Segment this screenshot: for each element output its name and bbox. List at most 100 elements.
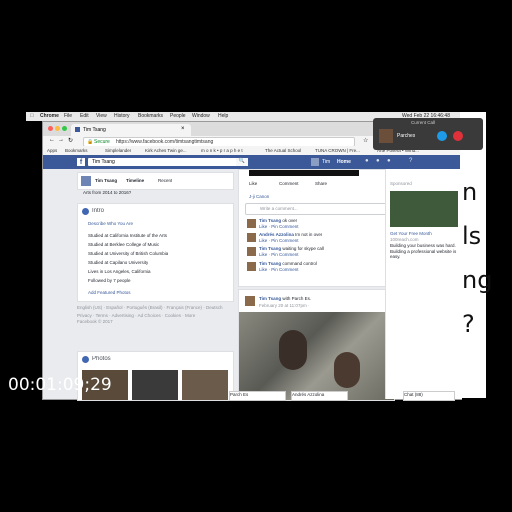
post-card-photo: Tim Tsang with Parch Es. February 20 at … <box>238 289 395 401</box>
comment-avatar[interactable] <box>247 233 256 242</box>
close-tab-icon[interactable]: × <box>181 126 185 132</box>
slide-line: ng <box>462 266 493 294</box>
photo-thumb[interactable] <box>182 370 228 400</box>
copyright-text: Facebook © 2017 <box>77 319 113 324</box>
comment-meta[interactable]: Like · Pin Comment <box>259 267 299 272</box>
user-name-link[interactable]: Tim <box>322 159 330 165</box>
menu-edit[interactable]: Edit <box>80 113 89 119</box>
post-with[interactable]: with Parch Es. <box>282 296 311 301</box>
bookmark-item[interactable]: Bookmarks <box>65 148 88 153</box>
intro-item: Studied at Berklee College of Music <box>88 242 160 247</box>
menu-history[interactable]: History <box>114 113 130 119</box>
comment-button[interactable]: Comment <box>279 181 299 186</box>
friend-requests-icon[interactable]: ● <box>365 158 369 164</box>
post-photo[interactable] <box>239 312 394 400</box>
bookmark-item[interactable]: Apps <box>47 148 57 153</box>
globe-icon <box>82 208 89 215</box>
languages-text[interactable]: English (US) · Español · Português (Bras… <box>77 305 232 311</box>
end-call-icon[interactable] <box>453 131 463 141</box>
browser-tab[interactable]: Tim Tsang × <box>71 124 191 136</box>
comment-meta[interactable]: Like · Pin Comment <box>259 252 299 257</box>
photo-thumb[interactable] <box>132 370 178 400</box>
help-icon[interactable]: ? <box>409 158 412 164</box>
intro-card: Intro Describe Who You Are Studied at Ca… <box>77 203 234 302</box>
avatar[interactable] <box>311 158 319 166</box>
messages-icon[interactable]: ● <box>376 158 380 164</box>
facebook-favicon-icon <box>75 127 80 132</box>
sponsored-label: Sponsored <box>390 181 412 186</box>
menu-help[interactable]: Help <box>218 113 228 119</box>
comment-author[interactable]: Tim Tsang <box>259 218 281 223</box>
chat-tab[interactable]: Andrés Azzolina <box>291 391 348 401</box>
ad-title[interactable]: Get Your Free Month <box>390 231 460 236</box>
profile-header: Tim Tsang Timeline Recent <box>77 172 234 190</box>
like-button[interactable]: Like <box>249 181 257 186</box>
recent-dropdown[interactable]: Recent <box>158 178 172 183</box>
forward-icon[interactable]: → <box>58 137 64 143</box>
comment-avatar[interactable] <box>247 247 256 256</box>
minimize-window-icon[interactable] <box>55 126 60 131</box>
share-button[interactable]: Share <box>315 181 327 186</box>
video-timecode: 00:01:09;29 <box>8 375 112 395</box>
reload-icon[interactable]: ↻ <box>68 137 73 144</box>
notifications-icon[interactable]: ● <box>387 158 391 164</box>
call-overlay: Current Call Parches <box>373 118 483 150</box>
menu-app-name[interactable]: Chrome <box>40 113 59 119</box>
intro-item: Studied at University of British Columbi… <box>88 251 169 256</box>
comment-input[interactable]: Write a comment... <box>245 203 389 215</box>
secure-label: Secure <box>94 139 110 145</box>
years-text: Arts from 2014 to 2016? <box>83 190 132 195</box>
facebook-top-bar: f Tim Tsang 🔍 Tim Home ● ● ● ? <box>43 155 461 169</box>
post-author[interactable]: Tim Tsang <box>259 296 281 301</box>
menu-window[interactable]: Window <box>192 113 210 119</box>
profile-avatar[interactable] <box>81 176 91 186</box>
search-value: Tim Tsang <box>92 159 115 165</box>
search-icon[interactable]: 🔍 <box>236 158 248 166</box>
menu-view[interactable]: View <box>96 113 107 119</box>
menu-file[interactable]: File <box>64 113 72 119</box>
menu-people[interactable]: People <box>170 113 186 119</box>
profile-name[interactable]: Tim Tsang <box>95 178 117 183</box>
star-icon[interactable]: ☆ <box>363 137 368 144</box>
post-card-comments: Like Comment Share J-ji Canon Write a co… <box>238 169 395 287</box>
describe-link[interactable]: Describe Who You Are <box>88 221 133 226</box>
bookmark-item[interactable]: Kirk Aches Twin ge... <box>145 148 197 153</box>
intro-item: Studied at Capilano University <box>88 260 149 265</box>
menu-bookmarks[interactable]: Bookmarks <box>138 113 163 119</box>
comment-author[interactable]: Tim Tsang <box>259 261 281 266</box>
post-author-avatar[interactable] <box>245 296 255 306</box>
bookmark-item[interactable]: m o n k • p r a p h e t <box>201 148 261 153</box>
ad-image[interactable] <box>390 191 458 227</box>
comment-author[interactable]: Andrés Azzolina <box>259 232 294 237</box>
comment-author[interactable]: Tim Tsang <box>259 246 281 251</box>
comment-avatar[interactable] <box>247 262 256 271</box>
intro-item: Lives in Los Angeles, California <box>88 269 151 274</box>
bookmark-item[interactable]: The Actual School <box>265 148 301 153</box>
back-icon[interactable]: ← <box>49 137 55 143</box>
ad-domain: 100reach.com <box>390 237 419 242</box>
home-link[interactable]: Home <box>337 159 351 165</box>
zoom-window-icon[interactable] <box>62 126 67 131</box>
likers-text[interactable]: J-ji Canon <box>249 194 269 199</box>
call-info-icon[interactable] <box>437 131 447 141</box>
comment-meta[interactable]: Like · Pin Comment <box>259 224 299 229</box>
comment-meta[interactable]: Like · Pin Comment <box>259 238 299 243</box>
comment-text: Im not in over <box>295 232 323 237</box>
comment-avatar[interactable] <box>247 219 256 228</box>
add-featured-link[interactable]: Add Featured Photos <box>88 290 131 295</box>
tab-title: Tim Tsang <box>83 127 106 133</box>
bookmark-item[interactable]: TUNA CROWN | Fre... <box>315 148 373 153</box>
apple-icon[interactable]:  <box>30 113 34 119</box>
slide-text: n ls ng ? <box>462 170 492 346</box>
comment-text: waiting for skype call <box>282 246 324 251</box>
chat-tab[interactable]: Parch Es <box>229 391 286 401</box>
intro-item: Studied at California Institute of the A… <box>88 233 168 238</box>
close-window-icon[interactable] <box>48 126 53 131</box>
chat-tab[interactable]: Chat (88) <box>403 391 455 401</box>
sponsored-sidebar: Sponsored Get Your Free Month 100reach.c… <box>385 169 462 399</box>
facebook-search-input[interactable]: Tim Tsang 🔍 <box>88 158 248 166</box>
facebook-logo-icon[interactable]: f <box>77 158 85 166</box>
timeline-dropdown[interactable]: Timeline <box>126 178 144 183</box>
post-date[interactable]: February 20 at 11:07pm · <box>259 303 309 308</box>
bookmark-item[interactable]: Simplelander <box>105 148 131 153</box>
